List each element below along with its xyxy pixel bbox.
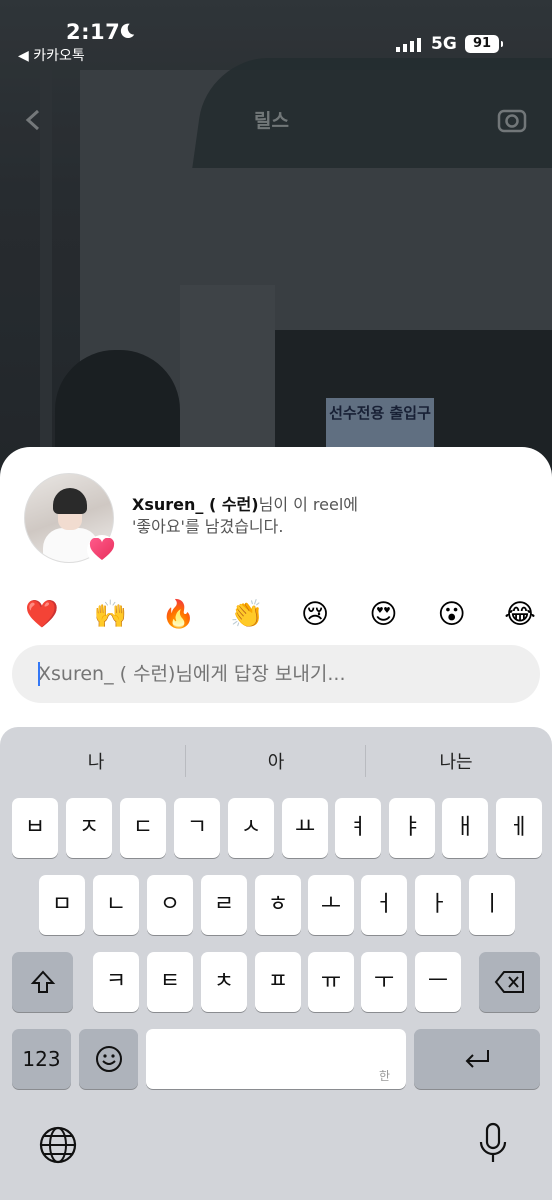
status-time: 2:17 [66,20,121,44]
reels-title: 릴스 [254,110,289,132]
reel-video-background[interactable]: 선수전용 출입구 [0,0,552,470]
reply-input[interactable] [38,645,518,703]
suggestion-3[interactable]: 나는 [366,748,546,774]
quick-reactions: ❤️ 🙌 🔥 👏 😢 😍 😮 😂 [22,595,540,635]
key-yu[interactable]: ㅠ [308,952,354,1012]
globe-icon[interactable] [38,1125,78,1165]
backspace-icon [494,971,524,993]
key-h[interactable]: ㅎ [255,875,301,935]
microphone-icon[interactable] [478,1122,508,1166]
signal-icon [396,38,421,52]
key-e[interactable]: ㅔ [496,798,542,858]
reaction-fire[interactable]: 🔥 [159,595,199,635]
space-key[interactable]: 한 [146,1029,406,1089]
key-eu[interactable]: ㅡ [415,952,461,1012]
reaction-laugh[interactable]: 😂 [500,595,540,635]
suggestion-1[interactable]: 나 [6,748,186,774]
key-i[interactable]: ㅣ [469,875,515,935]
key-d[interactable]: ㄷ [120,798,166,858]
key-a[interactable]: ㅏ [415,875,461,935]
key-yo[interactable]: ㅛ [282,798,328,858]
key-ya[interactable]: ㅑ [389,798,435,858]
reaction-heart[interactable]: ❤️ [22,595,62,635]
shift-icon [30,970,55,993]
key-eo[interactable]: ㅓ [361,875,407,935]
notification-line2: '좋아요'를 남겼습니다. [132,517,284,536]
key-p[interactable]: ㅍ [255,952,301,1012]
key-yeo[interactable]: ㅕ [335,798,381,858]
reaction-heart-eyes[interactable]: 😍 [363,595,403,635]
key-t[interactable]: ㅌ [147,952,193,1012]
reaction-cry[interactable]: 😢 [295,595,335,635]
key-ng[interactable]: ㅇ [147,875,193,935]
avatar-hair [53,488,87,514]
space-language-hint: 한 [378,1069,390,1083]
key-g[interactable]: ㄱ [174,798,220,858]
reaction-raised-hands[interactable]: 🙌 [90,595,130,635]
emoji-icon [95,1046,122,1072]
reply-field-container [12,645,540,703]
notification-line1: 님이 이 reel에 [258,495,359,514]
status-bar: 2:17 ◀ 카카오톡 5G 91 [0,0,552,70]
emoji-key[interactable] [79,1029,138,1089]
key-u[interactable]: ㅜ [361,952,407,1012]
camera-icon[interactable] [496,104,528,136]
chevron-left-icon[interactable] [22,108,46,132]
numbers-key[interactable]: 123 [12,1029,71,1089]
heart-icon [87,535,117,565]
key-k[interactable]: ㅋ [93,952,139,1012]
key-s[interactable]: ㅅ [228,798,274,858]
key-o[interactable]: ㅗ [308,875,354,935]
key-b[interactable]: ㅂ [12,798,58,858]
key-j[interactable]: ㅈ [66,798,112,858]
shift-key[interactable] [12,952,73,1012]
delete-key[interactable] [479,952,540,1012]
dim-overlay [0,0,552,470]
suggestion-2[interactable]: 아 [186,748,366,774]
network-type: 5G [431,34,457,54]
battery-indicator: 91 [465,35,503,53]
key-m[interactable]: ㅁ [39,875,85,935]
notification-username[interactable]: Xsuren_ ( 수런) [132,495,259,514]
back-to-app-link[interactable]: ◀ 카카오톡 [18,45,85,65]
key-r[interactable]: ㄹ [201,875,247,935]
like-notification-text: Xsuren_ ( 수런)님이 이 reel에 '좋아요'를 남겼습니다. [132,494,522,538]
return-icon [465,1050,489,1068]
key-ae[interactable]: ㅐ [442,798,488,858]
key-n[interactable]: ㄴ [93,875,139,935]
moon-icon [120,23,135,39]
reaction-clap[interactable]: 👏 [227,595,267,635]
text-caret [38,662,40,686]
return-key[interactable] [414,1029,540,1089]
reaction-surprised[interactable]: 😮 [432,595,472,635]
key-ch[interactable]: ㅊ [201,952,247,1012]
